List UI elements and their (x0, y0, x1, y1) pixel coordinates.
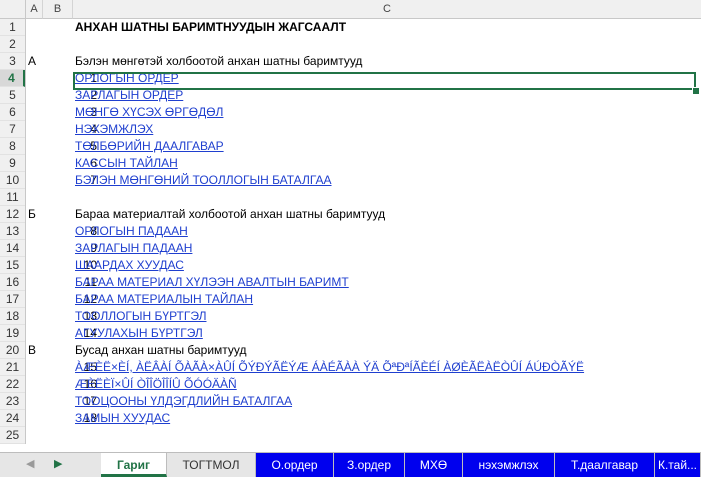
row-header[interactable]: 2 (0, 36, 25, 53)
sheet-row (26, 189, 701, 206)
row-header[interactable]: 25 (0, 427, 25, 444)
sheet-row: 3 МӨНГӨ ХҮСЭХ ӨРГӨДӨЛ (26, 104, 701, 121)
row-header[interactable]: 13 (0, 223, 25, 240)
sheet-row: 16 ÆÈËÈÏ×ÛÍ ÒÎÎÖÎÎÍÛ ÕÓÓÄÀÑ (26, 376, 701, 393)
row-header[interactable]: 10 (0, 172, 25, 189)
sheet-row: 9 ЗАРЛАГЫН ПАДААН (26, 240, 701, 257)
sheet-row: 13 ТООЛЛОГЫН БҮРТГЭЛ (26, 308, 701, 325)
sheet-tab[interactable]: К.тай... (655, 453, 701, 477)
sheet-row: 15 ÀÆÈË×ÈÍ, ÀËÂÀÍ ÕÀÃÀ×ÀÛÍ ÕÝÐÝÃËÝÆ ÁÀÉÃÀ… (26, 359, 701, 376)
document-link[interactable]: БАРАА МАТЕРИАЛЫН ТАЙЛАН (75, 291, 253, 308)
sheet-tab-bar: ◀ ▶ Гариг ТОГТМОЛ О.ордер З.ордер МХӨ нэхэмжл… (0, 452, 701, 477)
sheet-row: 5 ТӨЛБӨРИЙН ДААЛГАВАР (26, 138, 701, 155)
column-header-c[interactable]: C (73, 0, 701, 19)
row-header[interactable]: 20 (0, 342, 25, 359)
row-header[interactable]: 16 (0, 274, 25, 291)
sheet-row: А Бэлэн мөнгөтэй холбоотой анхан шатны ба… (26, 53, 701, 70)
section-letter: А (28, 54, 37, 68)
row-header[interactable]: 19 (0, 325, 25, 342)
sheet-row (26, 427, 701, 444)
document-link[interactable]: НЭХЭМЖЛЭХ (75, 121, 153, 138)
row-header[interactable]: 23 (0, 393, 25, 410)
sheet-tab[interactable]: нэхэмжлэх (463, 453, 555, 477)
row-header[interactable]: 6 (0, 104, 25, 121)
document-link[interactable]: ÆÈËÈÏ×ÛÍ ÒÎÎÖÎÎÍÛ ÕÓÓÄÀÑ (75, 376, 237, 393)
sheet-row (26, 36, 701, 53)
sheet-tab[interactable]: Т.даалгавар (555, 453, 655, 477)
select-all-corner[interactable] (0, 0, 26, 19)
row-header[interactable]: 4 (0, 70, 25, 87)
document-link[interactable]: ШААРДАХ ХУУДАС (75, 257, 184, 274)
sheet-tab[interactable]: МХӨ (405, 453, 463, 477)
sheet-row: 11 БАРАА МАТЕРИАЛ ХҮЛЭЭН АВАЛТЫН БАРИМТ (26, 274, 701, 291)
document-link[interactable]: ЗАМЫН ХУУДАС (75, 410, 170, 427)
sheet-row: АНХАН ШАТНЫ БАРИМТНУУДЫН ЖАГСААЛТ (26, 19, 701, 36)
row-headers: 1 2 3 4 5 6 7 8 9 10 11 12 13 14 15 16 17 18 19 20 21 22 23 24 2… (0, 19, 26, 444)
section-letter: Б (28, 207, 36, 221)
row-header[interactable]: 15 (0, 257, 25, 274)
document-link[interactable]: ТООЛЛОГЫН БҮРТГЭЛ (75, 308, 206, 325)
row-header[interactable]: 9 (0, 155, 25, 172)
sheet-title: АНХАН ШАТНЫ БАРИМТНУУДЫН ЖАГСААЛТ (75, 20, 347, 34)
document-link[interactable]: КАССЫН ТАЙЛАН (75, 155, 178, 172)
active-cell-selection (73, 72, 696, 90)
sheet-tab[interactable]: Гариг (101, 453, 167, 477)
document-link[interactable]: АГУУЛАХЫН БҮРТГЭЛ (75, 325, 203, 342)
row-header[interactable]: 24 (0, 410, 25, 427)
document-link[interactable]: БАРАА МАТЕРИАЛ ХҮЛЭЭН АВАЛТЫН БАРИМТ (75, 274, 349, 291)
row-header[interactable]: 7 (0, 121, 25, 138)
section-heading: Бэлэн мөнгөтэй холбоотой анхан шатны бар… (75, 54, 363, 68)
sheet-row: 6 КАССЫН ТАЙЛАН (26, 155, 701, 172)
row-header[interactable]: 18 (0, 308, 25, 325)
sheet-row: 4 НЭХЭМЖЛЭХ (26, 121, 701, 138)
row-header[interactable]: 22 (0, 376, 25, 393)
row-header[interactable]: 5 (0, 87, 25, 104)
row-header[interactable]: 21 (0, 359, 25, 376)
sheet-row: В Бусад анхан шатны баримтууд (26, 342, 701, 359)
fill-handle[interactable] (692, 87, 700, 95)
sheet-row: 17 ТООЦООНЫ ҮЛДЭГДЛИЙН БАТАЛГАА (26, 393, 701, 410)
column-header-a[interactable]: A (26, 0, 43, 19)
sheet-tab[interactable]: ТОГТМОЛ (167, 453, 256, 477)
sheet-row: 7 БЭЛЭН МӨНГӨНИЙ ТООЛЛОГЫН БАТАЛГАА (26, 172, 701, 189)
sheet-row: 18 ЗАМЫН ХУУДАС (26, 410, 701, 427)
section-heading: Бараа материалтай холбоотой анхан шатны … (75, 207, 386, 221)
document-link[interactable]: ЗАРЛАГЫН ПАДААН (75, 240, 192, 257)
document-link[interactable]: МӨНГӨ ХҮСЭХ ӨРГӨДӨЛ (75, 104, 223, 121)
section-letter: В (28, 343, 37, 357)
scroll-tabs-right-icon[interactable]: ▶ (54, 457, 62, 470)
row-header[interactable]: 14 (0, 240, 25, 257)
sheet-tab[interactable]: З.ордер (334, 453, 405, 477)
sheet-row: 14 АГУУЛАХЫН БҮРТГЭЛ (26, 325, 701, 342)
row-header[interactable]: 17 (0, 291, 25, 308)
scroll-tabs-left-icon[interactable]: ◀ (26, 457, 34, 470)
sheet-row: 10 ШААРДАХ ХУУДАС (26, 257, 701, 274)
row-header[interactable]: 1 (0, 19, 25, 36)
row-header[interactable]: 3 (0, 53, 25, 70)
section-heading: Бусад анхан шатны баримтууд (75, 343, 247, 357)
row-header[interactable]: 11 (0, 189, 25, 206)
sheet-row: 12 БАРАА МАТЕРИАЛЫН ТАЙЛАН (26, 291, 701, 308)
sheet-row: Б Бараа материалтай холбоотой анхан шатны… (26, 206, 701, 223)
document-link[interactable]: ÀÆÈË×ÈÍ, ÀËÂÀÍ ÕÀÃÀ×ÀÛÍ ÕÝÐÝÃËÝÆ ÁÀÉÃÀÀ … (75, 359, 584, 376)
document-link[interactable]: ТООЦООНЫ ҮЛДЭГДЛИЙН БАТАЛГАА (75, 393, 292, 410)
document-link[interactable]: ОРЛОГЫН ПАДААН (75, 223, 188, 240)
sheet-row: 8 ОРЛОГЫН ПАДААН (26, 223, 701, 240)
column-header-b[interactable]: B (43, 0, 73, 19)
sheet-tab[interactable]: О.ордер (256, 453, 334, 477)
row-header[interactable]: 12 (0, 206, 25, 223)
document-link[interactable]: БЭЛЭН МӨНГӨНИЙ ТООЛЛОГЫН БАТАЛГАА (75, 172, 332, 189)
document-link[interactable]: ТӨЛБӨРИЙН ДААЛГАВАР (75, 138, 224, 155)
row-header[interactable]: 8 (0, 138, 25, 155)
